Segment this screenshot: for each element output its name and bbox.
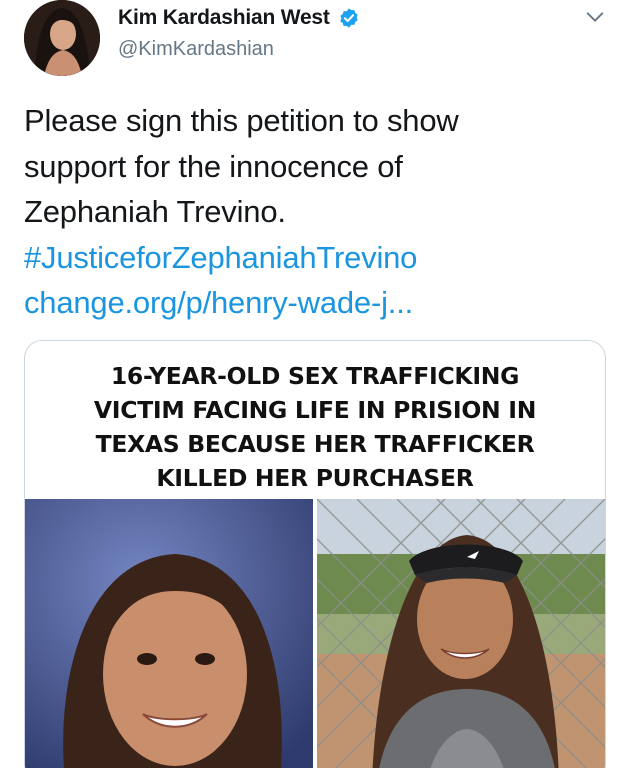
display-name[interactable]: Kim Kardashian West: [118, 6, 330, 30]
card-headline: 16-YEAR-OLD SEX TRAFFICKING VICTIM FACIN…: [25, 359, 605, 495]
user-handle[interactable]: @KimKardashian: [118, 38, 274, 61]
tweet-text-line: Please sign this petition to show: [24, 103, 459, 138]
link-preview-card[interactable]: 16-YEAR-OLD SEX TRAFFICKING VICTIM FACIN…: [24, 340, 606, 768]
petition-link[interactable]: change.org/p/henry-wade-j...: [24, 280, 614, 326]
avatar[interactable]: [24, 0, 100, 76]
tweet: Kim Kardashian West @KimKardashian Pleas…: [0, 0, 630, 768]
card-headline-line: VICTIM FACING LIFE IN PRISION IN: [93, 396, 537, 424]
school-portrait-photo: [25, 499, 313, 768]
tweet-text-line: Zephaniah Trevino.: [24, 194, 286, 229]
softball-field-photo: [317, 499, 605, 768]
name-row: Kim Kardashian West: [118, 6, 360, 30]
verified-badge-icon: [340, 8, 358, 28]
chevron-down-icon[interactable]: [584, 6, 606, 28]
card-headline-line: KILLED HER PURCHASER: [156, 464, 474, 492]
tweet-text: Please sign this petition to show suppor…: [24, 98, 614, 326]
hashtag-link[interactable]: #JusticeforZephaniahTrevino: [24, 235, 614, 281]
card-headline-line: 16-YEAR-OLD SEX TRAFFICKING: [110, 362, 520, 390]
avatar-image: [24, 0, 100, 76]
tweet-text-line: support for the innocence of: [24, 148, 403, 184]
card-headline-line: TEXAS BECAUSE HER TRAFFICKER: [95, 430, 535, 458]
